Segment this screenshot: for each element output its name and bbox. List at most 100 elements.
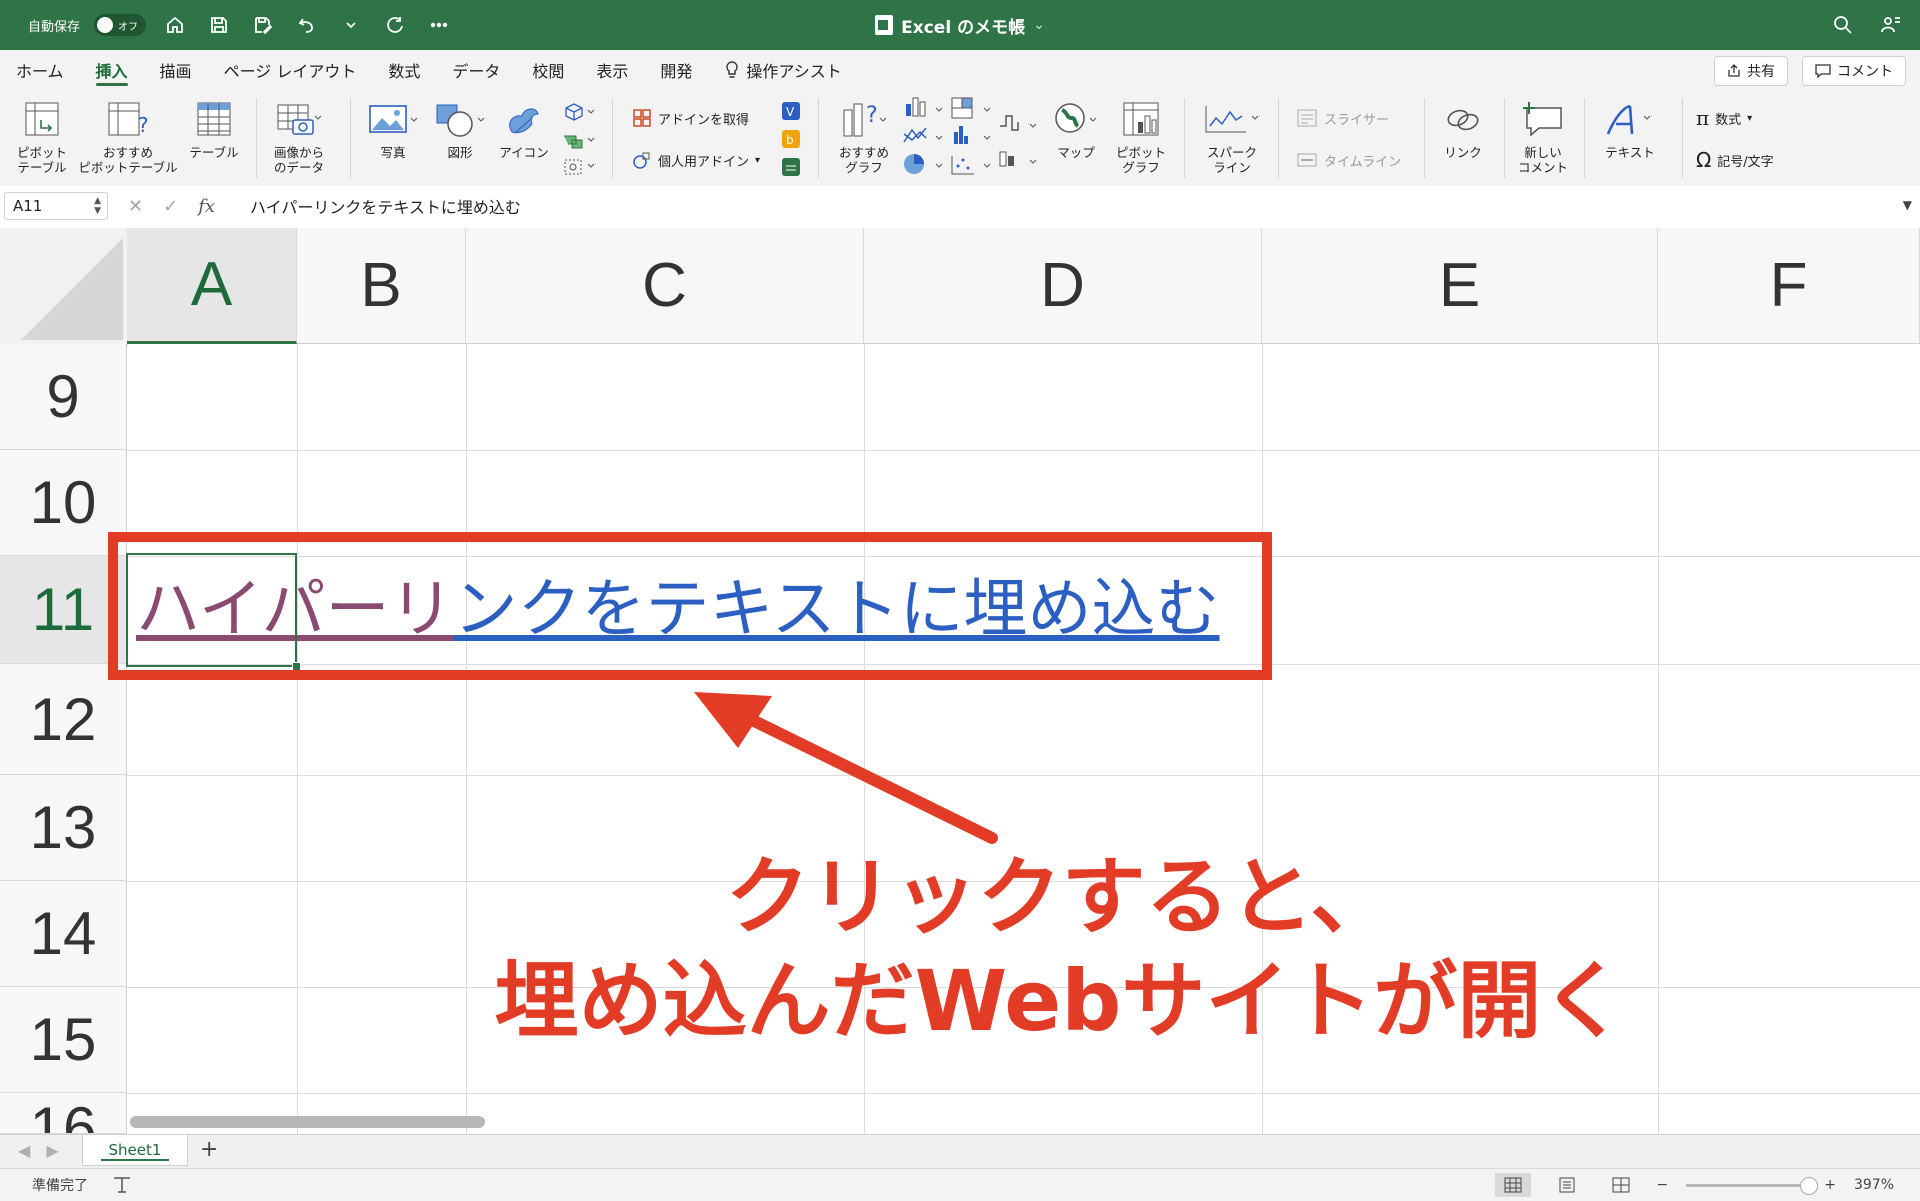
share-button[interactable]: 共有 (1714, 56, 1788, 86)
tab-formulas[interactable]: 数式 (372, 50, 436, 90)
link-button[interactable]: リンク (1432, 102, 1494, 160)
get-addins-button[interactable]: アドインを取得 (632, 108, 749, 128)
autosave-label: 自動保存 (28, 19, 81, 35)
timeline-button[interactable]: タイムライン (1296, 150, 1401, 170)
column-header-a[interactable]: A (127, 228, 297, 344)
recommended-charts-icon: ? (843, 103, 887, 137)
tab-home[interactable]: ホーム (0, 50, 80, 90)
recommended-pivot-button[interactable]: ? おすすめ ピボットテーブル (76, 100, 180, 175)
icons-button[interactable]: アイコン (492, 102, 556, 160)
tab-data[interactable]: データ (436, 50, 516, 90)
ribbon-insert: ピボット テーブル ? おすすめ ピボットテーブル テーブル 画像から のデータ… (0, 90, 1920, 187)
home-icon[interactable] (160, 10, 190, 40)
more-icon[interactable] (424, 10, 454, 40)
next-sheet-icon[interactable]: ▶ (46, 1141, 58, 1160)
new-comment-button[interactable]: 新しい コメント (1512, 100, 1574, 175)
row-header-14[interactable]: 14 (0, 881, 127, 987)
table-button[interactable]: テーブル (184, 100, 244, 160)
shapes-button[interactable]: 図形 (428, 102, 492, 160)
column-header-f[interactable]: F (1658, 228, 1920, 344)
chart-type-column-3[interactable] (996, 96, 1044, 183)
save-as-icon[interactable] (248, 10, 278, 40)
save-icon[interactable] (204, 10, 234, 40)
pivot-chart-label-1: ピボット (1115, 145, 1166, 160)
tab-draw[interactable]: 描画 (144, 50, 208, 90)
column-header-d[interactable]: D (864, 228, 1262, 344)
sparklines-button[interactable]: スパーク ライン (1192, 100, 1272, 175)
equation-button[interactable]: π 数式 ▾ (1696, 106, 1752, 130)
link-label: リンク (1444, 145, 1482, 160)
pivot-chart-icon (1123, 102, 1159, 136)
chevron-down-icon[interactable] (336, 10, 366, 40)
tab-review[interactable]: 校閲 (516, 50, 580, 90)
zoom-level[interactable]: 397% (1854, 1177, 1894, 1193)
formula-input[interactable]: ハイパーリンクをテキストに埋め込む (250, 192, 521, 220)
tab-developer[interactable]: 開発 (644, 50, 708, 90)
equation-label: 数式 (1715, 112, 1742, 128)
maps-button[interactable]: マップ (1046, 100, 1106, 160)
tell-me-label: 操作アシスト (746, 62, 842, 81)
row-header-16[interactable]: 16 (0, 1093, 127, 1134)
recommended-charts-label-1: おすすめ (838, 145, 889, 160)
data-from-picture-label-2: のデータ (273, 160, 324, 175)
pivot-table-button[interactable]: ピボット テーブル (14, 100, 70, 175)
photo-button[interactable]: 写真 (358, 102, 428, 160)
zoom-in-button[interactable]: + (1824, 1177, 1836, 1193)
sheet-tab-bar: ◀ ▶ Sheet1 + (0, 1134, 1920, 1169)
sheet-tab-sheet1[interactable]: Sheet1 (82, 1135, 188, 1166)
prev-sheet-icon[interactable]: ◀ (18, 1141, 30, 1160)
link-icon (1447, 109, 1479, 131)
visio-icon[interactable]: Vb (780, 100, 802, 180)
photo-label: 写真 (380, 145, 406, 160)
recommended-charts-button[interactable]: ? おすすめ グラフ (826, 100, 902, 175)
slicer-button[interactable]: スライサー (1296, 108, 1389, 128)
zoom-slider[interactable] (1686, 1176, 1819, 1195)
row-header-13[interactable]: 13 (0, 775, 127, 881)
zoom-out-button[interactable]: − (1657, 1177, 1669, 1193)
column-header-c[interactable]: C (466, 228, 864, 344)
recommended-pivot-label-2: ピボットテーブル (78, 160, 178, 175)
column-header-b[interactable]: B (297, 228, 466, 344)
enter-icon[interactable]: ✓ (163, 196, 178, 217)
page-break-view-button[interactable] (1603, 1173, 1639, 1197)
undo-icon[interactable] (292, 10, 322, 40)
chart-type-column-2[interactable] (948, 96, 1000, 183)
title-chevron-icon: ⌄ (1033, 17, 1045, 33)
my-addins-button[interactable]: 個人用アドイン ▾ (632, 150, 760, 170)
page-layout-view-button[interactable] (1549, 1173, 1585, 1197)
row-header-9[interactable]: 9 (0, 344, 127, 450)
tab-page-layout[interactable]: ページ レイアウト (208, 50, 373, 90)
add-sheet-button[interactable]: + (200, 1137, 218, 1162)
search-icon[interactable] (1828, 10, 1858, 40)
horizontal-scrollbar[interactable] (130, 1116, 485, 1128)
redo-icon[interactable] (380, 10, 410, 40)
column-header-e[interactable]: E (1262, 228, 1658, 344)
chart-type-column-1[interactable] (900, 96, 952, 183)
chart-types-icon-2 (951, 97, 991, 175)
data-from-picture-button[interactable]: 画像から のデータ (264, 100, 334, 175)
autosave-state: オフ (118, 21, 139, 33)
omega-icon: Ω (1696, 148, 1712, 172)
annotation-arrow (694, 692, 998, 844)
text-button[interactable]: テキスト (1594, 102, 1666, 160)
autosave-toggle[interactable]: オフ (94, 14, 147, 36)
normal-view-button[interactable] (1494, 1173, 1531, 1197)
cancel-icon[interactable]: ✕ (128, 196, 143, 217)
name-box[interactable]: A11 ▲ ▼ (4, 192, 108, 220)
account-icon[interactable] (1876, 10, 1906, 40)
expand-formula-icon[interactable]: ▼ (1903, 198, 1912, 212)
accessibility-icon[interactable] (112, 1176, 132, 1194)
tab-view[interactable]: 表示 (580, 50, 644, 90)
row-header-15[interactable]: 15 (0, 987, 127, 1093)
share-icon (1728, 64, 1740, 77)
tab-tell-me[interactable]: 操作アシスト (708, 50, 857, 90)
row-header-12[interactable]: 12 (0, 664, 127, 775)
symbol-button[interactable]: Ω 記号/文字 (1696, 148, 1774, 172)
tab-insert[interactable]: 挿入 (80, 50, 144, 90)
3d-models-button[interactable] (558, 100, 602, 183)
pivot-chart-button[interactable]: ピボット グラフ (1108, 100, 1174, 175)
select-all-corner[interactable] (0, 228, 128, 345)
insert-function-icon[interactable]: fx (198, 196, 215, 217)
comments-button[interactable]: コメント (1802, 56, 1906, 86)
stepper-icon[interactable]: ▲ ▼ (94, 196, 101, 216)
